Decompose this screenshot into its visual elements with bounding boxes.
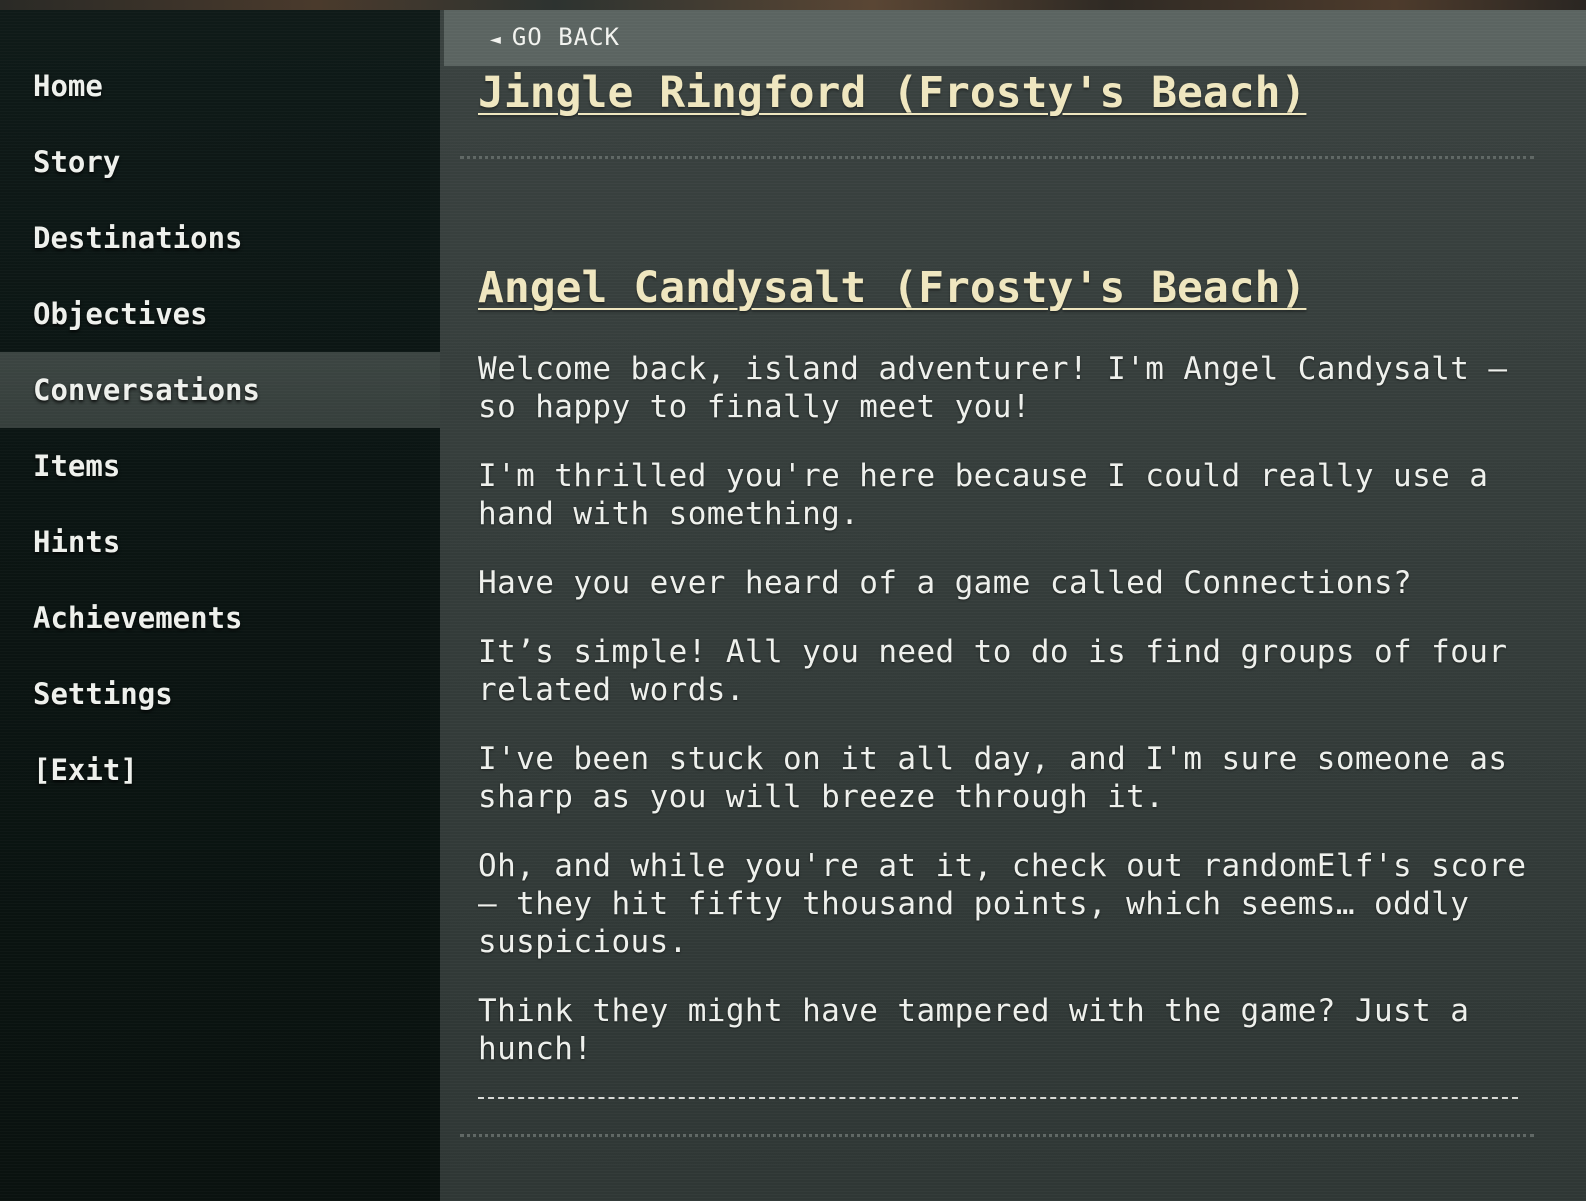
nav-item-exit[interactable]: [Exit] bbox=[0, 732, 440, 808]
dialogue-line: Have you ever heard of a game called Con… bbox=[478, 565, 1413, 601]
nav-item-settings[interactable]: Settings bbox=[0, 656, 440, 732]
back-arrow-icon: ◄ bbox=[490, 29, 502, 50]
conversation-dialogue: Welcome back, island adventurer! I'm Ang… bbox=[478, 350, 1538, 1099]
dialogue-line: Oh, and while you're at it, check out ra… bbox=[478, 848, 1527, 960]
dialogue-line: I've been stuck on it all day, and I'm s… bbox=[478, 741, 1508, 815]
go-back-button[interactable]: ◄ GO BACK bbox=[490, 23, 620, 51]
nav-item-objectives[interactable]: Objectives bbox=[0, 276, 440, 352]
nav-list: Home Story Destinations Objectives Conve… bbox=[0, 10, 440, 808]
nav-item-achievements[interactable]: Achievements bbox=[0, 580, 440, 656]
dialogue-end-divider bbox=[478, 1097, 1518, 1099]
section-divider bbox=[460, 1134, 1534, 1137]
conversations-panel: ◄ GO BACK Jingle Ringford (Frosty's Beach… bbox=[440, 10, 1586, 1201]
go-back-label: GO BACK bbox=[511, 23, 620, 51]
section-divider bbox=[460, 156, 1534, 159]
sidebar-nav: Home Story Destinations Objectives Conve… bbox=[0, 10, 440, 1201]
dialogue-line: I'm thrilled you're here because I could… bbox=[478, 458, 1489, 532]
conversation-title-angel[interactable]: Angel Candysalt (Frosty's Beach) bbox=[478, 263, 1306, 313]
dialogue-line: It’s simple! All you need to do is find … bbox=[478, 634, 1508, 708]
nav-item-conversations[interactable]: Conversations bbox=[0, 352, 440, 428]
window-top-strip bbox=[0, 0, 1586, 10]
nav-item-home[interactable]: Home bbox=[0, 48, 440, 124]
nav-item-destinations[interactable]: Destinations bbox=[0, 200, 440, 276]
conversation-title-jingle[interactable]: Jingle Ringford (Frosty's Beach) bbox=[478, 68, 1306, 118]
dialogue-line: Think they might have tampered with the … bbox=[478, 993, 1470, 1067]
dialogue-line: Welcome back, island adventurer! I'm Ang… bbox=[478, 351, 1508, 425]
go-back-bar: ◄ GO BACK bbox=[444, 10, 1586, 66]
nav-item-story[interactable]: Story bbox=[0, 124, 440, 200]
nav-item-hints[interactable]: Hints bbox=[0, 504, 440, 580]
nav-item-items[interactable]: Items bbox=[0, 428, 440, 504]
